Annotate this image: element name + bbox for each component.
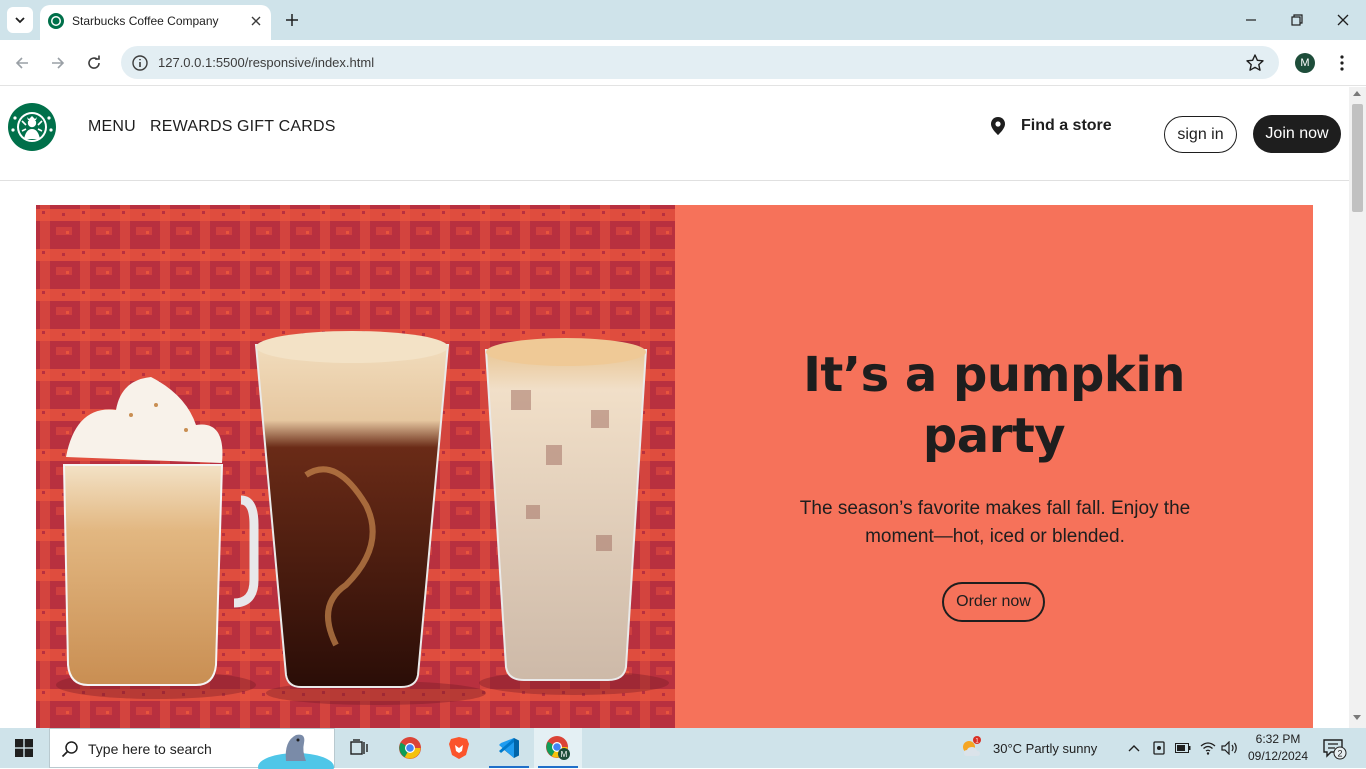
wifi-icon [1200,742,1216,755]
brave-icon [449,737,469,759]
hero-title-line-1: It’s a pumpkin [803,347,1185,403]
find-store-label: Find a store [1021,117,1112,134]
hero-text-panel: It’s a pumpkin party The season’s favori… [675,205,1313,728]
site-header: MENU REWARDS GIFT CARDS Find a store sig… [0,87,1349,181]
taskbar-chrome[interactable] [386,728,434,768]
weather-text: 30°C Partly sunny [993,740,1098,756]
taskbar-chrome-profile[interactable]: M [534,728,582,768]
task-view-icon [350,739,368,755]
close-window-button[interactable] [1331,8,1355,32]
notification-icon: 2 [1323,739,1347,760]
svg-text:M: M [561,750,568,759]
chevron-up-icon [1128,745,1140,752]
tray-network[interactable] [1199,739,1217,757]
close-icon [251,16,261,26]
partly-sunny-icon: 1 [963,736,981,756]
nav-gift-cards-link[interactable]: GIFT CARDS [237,118,336,136]
new-tab-button[interactable] [282,10,302,30]
restore-icon [1291,14,1303,26]
location-pin-icon [991,117,1005,135]
hero-subtitle: The season’s favorite makes fall fall. E… [799,498,1191,547]
task-view-button[interactable] [336,728,384,768]
taskbar-clock[interactable]: 6:32 PM 09/12/2024 [1244,731,1312,765]
notification-center-button[interactable]: 2 [1323,738,1347,760]
starbucks-favicon-icon [48,13,64,29]
taskbar-search-box[interactable]: Type here to search [49,728,335,769]
tray-volume[interactable] [1221,739,1239,757]
site-info-icon[interactable] [131,54,149,72]
arrow-left-icon [15,57,28,69]
hero-title-line-2: party [922,408,1066,464]
url-text[interactable]: 127.0.0.1:5500/responsive/index.html [158,55,374,70]
hero-banner: It’s a pumpkin party The season’s favori… [36,205,1313,728]
device-icon [1153,741,1165,755]
notification-count: 2 [1337,749,1342,759]
pumpkin-drinks-illustration [36,205,675,728]
scrollbar-thumb[interactable] [1352,104,1363,212]
browser-menu-button[interactable] [1332,52,1352,74]
browser-tabbar: Starbucks Coffee Company [0,0,1366,40]
minimize-button[interactable] [1239,8,1263,32]
weather-widget[interactable]: 1 30°C Partly sunny [959,736,1097,760]
scroll-down-arrow-icon[interactable] [1353,715,1361,720]
search-highlight-dolphin-icon [258,734,334,769]
reload-icon [88,55,100,69]
forward-button[interactable] [46,51,70,75]
arrow-right-icon [52,57,65,69]
tab-title: Starbucks Coffee Company [72,14,219,28]
tab-close-button[interactable] [246,11,266,31]
reload-button[interactable] [82,51,106,75]
plus-icon [286,14,298,26]
windows-taskbar: Type here to search M 1 30°C Partly sunn… [0,728,1366,769]
hero-drinks-image [36,205,675,728]
starbucks-logo[interactable] [8,103,56,151]
close-icon [1337,14,1349,26]
show-hidden-icons-button[interactable] [1125,739,1143,757]
tab-search-button[interactable] [7,7,33,33]
find-store-link[interactable]: Find a store [991,117,1112,135]
taskbar-search-placeholder: Type here to search [88,741,212,757]
windows-logo-icon [15,739,33,757]
address-bar[interactable]: 127.0.0.1:5500/responsive/index.html [121,46,1279,79]
order-now-button[interactable]: Order now [942,582,1045,622]
volume-icon [1221,741,1237,755]
start-button[interactable] [0,728,48,768]
vscode-icon [499,738,519,758]
profile-avatar[interactable]: M [1295,53,1315,73]
page-viewport: MENU REWARDS GIFT CARDS Find a store sig… [0,87,1349,728]
more-vertical-icon [1340,55,1344,71]
browser-toolbar: 127.0.0.1:5500/responsive/index.html M [0,40,1366,86]
taskbar-brave[interactable] [435,728,483,768]
browser-tab-active[interactable]: Starbucks Coffee Company [40,5,271,40]
chrome-icon [399,737,421,759]
minimize-icon [1246,19,1256,21]
tray-battery[interactable] [1174,739,1192,757]
back-button[interactable] [10,51,34,75]
bookmark-star-icon[interactable] [1245,53,1265,73]
chrome-profile-icon: M [546,736,570,760]
hero-title: It’s a pumpkin party [675,345,1313,467]
sign-in-button[interactable]: sign in [1164,116,1237,153]
nav-menu-link[interactable]: MENU [88,118,136,136]
chevron-down-icon [15,17,25,24]
scroll-up-arrow-icon[interactable] [1353,91,1361,96]
page-scrollbar[interactable] [1349,87,1366,728]
taskbar-vscode[interactable] [485,728,533,768]
clock-time: 6:32 PM [1255,732,1301,746]
battery-icon [1175,743,1191,753]
search-icon [61,741,78,758]
nav-rewards-link[interactable]: REWARDS [150,118,233,136]
tray-meet-now[interactable] [1150,739,1168,757]
clock-date: 09/12/2024 [1247,749,1309,763]
join-now-button[interactable]: Join now [1253,115,1341,153]
restore-button[interactable] [1285,8,1309,32]
